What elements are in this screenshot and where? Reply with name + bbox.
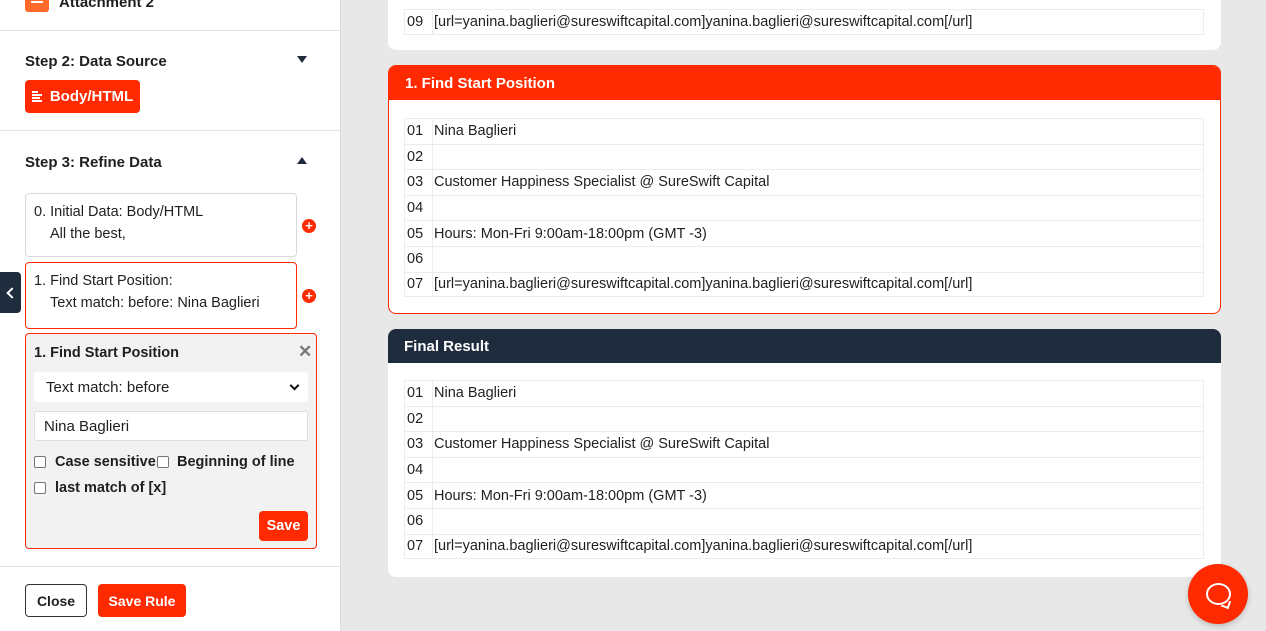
checkbox-label: Case sensitive	[55, 454, 156, 470]
rule-detail: Text match: before: Nina Baglieri	[50, 295, 260, 311]
divider	[0, 130, 340, 131]
card-header: 1. Find Start Position	[389, 66, 1220, 100]
line-number: 01	[405, 119, 433, 144]
case-sensitive-checkbox[interactable]	[34, 456, 46, 468]
input-value: Nina Baglieri	[44, 417, 130, 435]
table-row: 02	[404, 405, 1204, 432]
table-row: 04	[404, 194, 1204, 221]
line-text: Nina Baglieri	[434, 123, 517, 140]
select-value: Text match: before	[46, 378, 170, 396]
result-table: 09 [url=yanina.baglieri@sureswiftcapital…	[404, 9, 1204, 35]
step3-title[interactable]: Step 3: Refine Data	[25, 154, 162, 171]
rule-editor: 1. Find Start Position ✕ Text match: bef…	[25, 333, 317, 549]
table-row: 05 Hours: Mon-Fri 9:00am-18:00pm (GMT -3)	[404, 220, 1204, 246]
line-text: Customer Happiness Specialist @ SureSwif…	[434, 436, 770, 453]
add-rule-icon[interactable]: +	[302, 289, 316, 303]
line-number: 02	[405, 406, 433, 432]
source-button-label: Body/HTML	[49, 88, 134, 105]
chevron-down-icon	[289, 380, 300, 390]
line-number: 07	[405, 272, 433, 297]
table-row: 07 [url=yanina.baglieri@sureswiftcapital.…	[404, 533, 1204, 560]
checkbox-label: Beginning of line	[177, 454, 295, 470]
line-number: 06	[405, 246, 433, 272]
checkbox-label: last match of [x]	[55, 480, 167, 496]
sidebar: Attachment 2 Step 2: Data Source Body/HT…	[0, 0, 341, 631]
step2-title[interactable]: Step 2: Data Source	[25, 53, 167, 70]
result-table: 01 Nina Baglieri 02 03 Customer Happiness Sp…	[404, 380, 1204, 560]
line-text: Nina Baglieri	[434, 385, 517, 402]
final-result-card: Final Result 01 Nina Baglieri 02 03 Customer…	[388, 329, 1221, 577]
table-row: 01 Nina Baglieri	[404, 118, 1204, 144]
table-row: 02	[404, 143, 1204, 170]
beginning-of-line-checkbox[interactable]	[157, 456, 169, 468]
line-number: 06	[405, 508, 433, 534]
rule-title: 0. Initial Data: Body/HTML	[34, 204, 204, 220]
close-icon[interactable]: ✕	[298, 343, 312, 360]
match-text-input[interactable]: Nina Baglieri	[34, 411, 308, 441]
line-number: 01	[405, 381, 433, 406]
line-text: Hours: Mon-Fri 9:00am-18:00pm (GMT -3)	[434, 225, 707, 242]
find-start-card: 1. Find Start Position 01 Nina Baglieri 02…	[388, 65, 1221, 314]
beginning-of-line-option[interactable]: Beginning of line	[157, 454, 295, 470]
divider	[0, 566, 340, 567]
line-text: [url=yanina.baglieri@sureswiftcapital.co…	[434, 13, 973, 30]
line-text: Hours: Mon-Fri 9:00am-18:00pm (GMT -3)	[434, 487, 707, 504]
chat-support-button[interactable]	[1188, 564, 1248, 624]
rule-detail: All the best,	[50, 226, 126, 242]
line-number: 05	[405, 221, 433, 246]
result-table: 01 Nina Baglieri 02 03 Customer Happiness Sp…	[404, 118, 1204, 298]
editor-title: 1. Find Start Position	[34, 345, 180, 361]
line-number: 02	[405, 144, 433, 170]
editor-save-button[interactable]: Save	[259, 511, 308, 541]
table-row: 01 Nina Baglieri	[404, 380, 1204, 406]
table-row: 06	[404, 245, 1204, 272]
previous-result-card: 09 [url=yanina.baglieri@sureswiftcapital…	[388, 0, 1221, 50]
rule-item-find-start[interactable]: 1. Find Start Position: Text match: befo…	[25, 262, 297, 329]
collapse-sidebar-button[interactable]	[0, 272, 21, 313]
line-number: 09	[405, 10, 433, 34]
divider	[0, 30, 340, 31]
line-number: 03	[405, 170, 433, 195]
line-number: 04	[405, 195, 433, 221]
line-text: Customer Happiness Specialist @ SureSwif…	[434, 174, 770, 191]
table-row: 06	[404, 507, 1204, 534]
line-number: 07	[405, 534, 433, 559]
case-sensitive-option[interactable]: Case sensitive	[34, 454, 156, 470]
table-row: 03 Customer Happiness Specialist @ SureSw…	[404, 169, 1204, 195]
chat-bubble-icon	[1205, 583, 1231, 605]
match-type-select[interactable]: Text match: before	[34, 372, 308, 402]
table-row: 03 Customer Happiness Specialist @ SureSw…	[404, 431, 1204, 457]
collapse-up-icon[interactable]	[297, 157, 307, 164]
card-header: Final Result	[388, 329, 1221, 363]
attachment-icon	[25, 0, 49, 12]
line-number: 03	[405, 432, 433, 457]
line-number: 05	[405, 483, 433, 508]
table-row: 04	[404, 456, 1204, 483]
table-row: 05 Hours: Mon-Fri 9:00am-18:00pm (GMT -3)	[404, 482, 1204, 508]
rule-item-initial-data[interactable]: 0. Initial Data: Body/HTML All the best,	[25, 193, 297, 257]
table-row: 09 [url=yanina.baglieri@sureswiftcapital…	[404, 9, 1204, 35]
line-text: [url=yanina.baglieri@sureswiftcapital.co…	[434, 538, 973, 555]
line-number: 04	[405, 457, 433, 483]
attachment-item[interactable]: Attachment 2	[25, 0, 154, 14]
body-html-source-button[interactable]: Body/HTML	[25, 80, 140, 113]
close-button[interactable]: Close	[25, 584, 87, 617]
chevron-left-icon	[6, 286, 18, 299]
add-rule-icon[interactable]: +	[302, 219, 316, 233]
save-rule-button[interactable]: Save Rule	[98, 584, 186, 617]
line-text: [url=yanina.baglieri@sureswiftcapital.co…	[434, 276, 973, 293]
table-row: 07 [url=yanina.baglieri@sureswiftcapital.…	[404, 271, 1204, 298]
attachment-label: Attachment 2	[59, 0, 155, 11]
last-match-checkbox[interactable]	[34, 482, 46, 494]
document-lines-icon	[31, 91, 42, 102]
collapse-down-icon[interactable]	[297, 56, 307, 63]
rule-title: 1. Find Start Position:	[34, 273, 173, 289]
last-match-option[interactable]: last match of [x]	[34, 480, 166, 496]
